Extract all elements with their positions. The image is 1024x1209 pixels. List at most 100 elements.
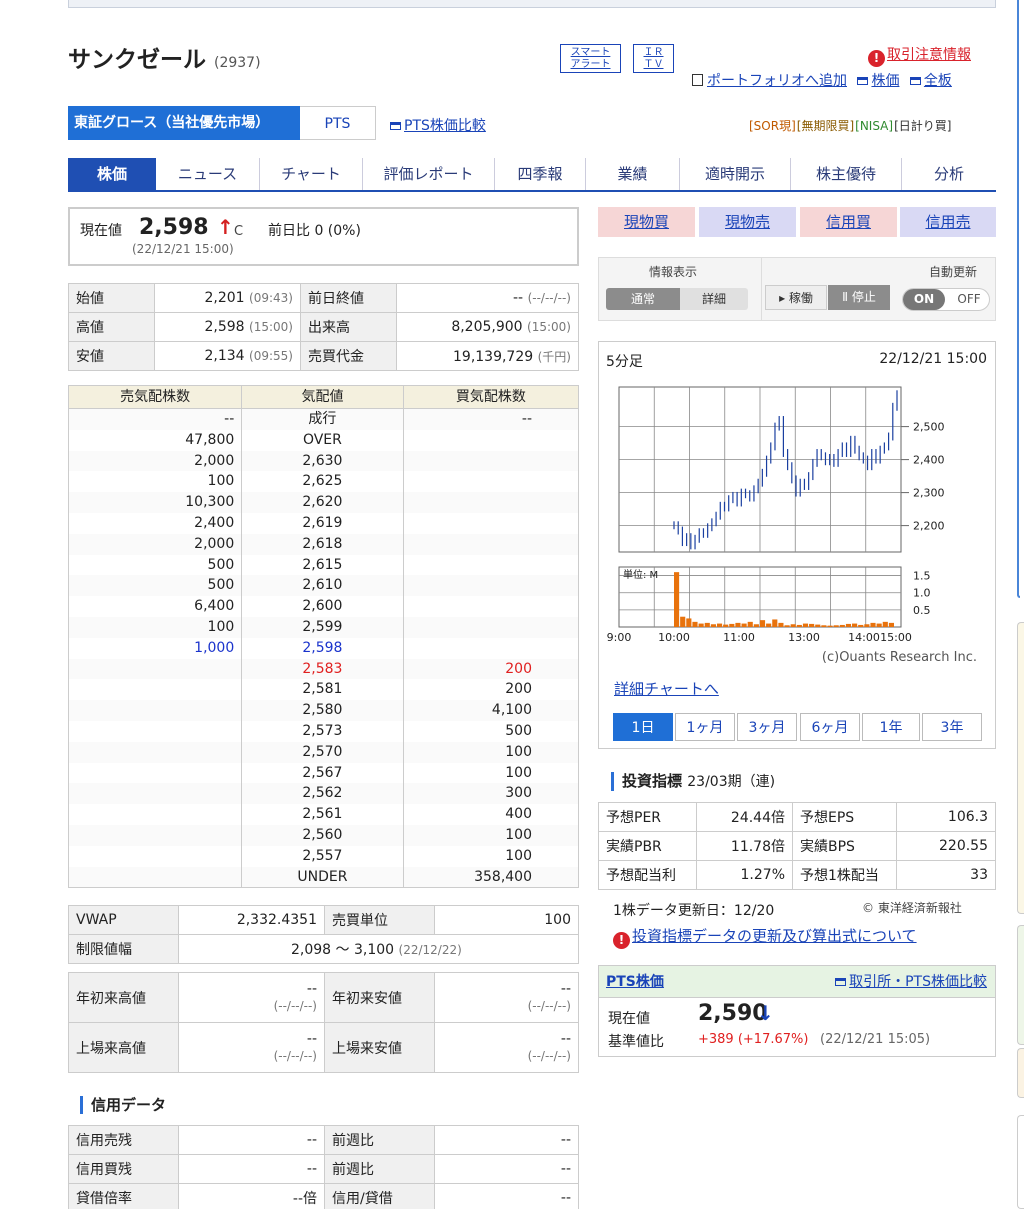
pts-panel: PTS株価 取引所・PTS株価比較 現在値 2,590 ↓ 基準値比 +389 … xyxy=(598,965,996,1057)
board-price[interactable]: 2,610 xyxy=(242,575,404,597)
volume-bar xyxy=(704,622,710,627)
tab-chart[interactable]: チャート xyxy=(260,158,363,190)
board-price[interactable]: 2,625 xyxy=(242,471,404,493)
credit-key: 前週比 xyxy=(324,1154,435,1184)
board-price[interactable]: 2,581 xyxy=(242,679,404,701)
pts-compare-link[interactable]: 取引所・PTS株価比較 xyxy=(835,966,987,998)
tab-news[interactable]: ニュース xyxy=(156,158,260,190)
order-tags: [SOR現][無期限買][NISA][日計り買] xyxy=(748,117,951,134)
board-price[interactable]: 2,560 xyxy=(242,824,404,846)
vwap-value: 2,332.4351 xyxy=(178,905,325,935)
ir-tv-button[interactable]: ＩＲ ＴＶ xyxy=(633,44,674,73)
board-price[interactable]: 2,570 xyxy=(242,741,404,763)
high-low-num: -- xyxy=(560,1030,571,1047)
tab-results[interactable]: 業績 xyxy=(586,158,680,190)
indicator-value: 106.3 xyxy=(896,802,996,832)
board-price[interactable]: UNDER xyxy=(242,866,404,888)
volume-bar xyxy=(790,624,796,627)
board-header-buy: 買気配株数 xyxy=(455,389,526,405)
detail-view-button[interactable]: 詳細 xyxy=(680,288,748,310)
board-price[interactable]: 2,562 xyxy=(242,783,404,805)
cash-buy-button[interactable]: 現物買 xyxy=(598,207,695,237)
period-1d[interactable]: 1日 xyxy=(613,713,673,741)
board-price[interactable]: OVER xyxy=(242,429,404,451)
tag-unlimited: [無期限買] xyxy=(796,119,855,133)
portfolio-link[interactable]: ポートフォリオへ追加 xyxy=(707,73,847,89)
board-price[interactable]: 2,620 xyxy=(242,492,404,513)
tab-analysis[interactable]: 分析 xyxy=(902,158,996,190)
board-row: UNDER 358,400 xyxy=(69,866,578,888)
board-row: 2,562 300 xyxy=(69,783,578,805)
board-price[interactable]: 2,573 xyxy=(242,720,404,742)
summary-value-num: 19,139,729 xyxy=(453,348,534,365)
tab-rating-report[interactable]: 評価レポート xyxy=(363,158,495,190)
board-price[interactable]: 2,630 xyxy=(242,450,404,472)
volume-bar xyxy=(778,622,784,627)
cash-sell-button[interactable]: 現物売 xyxy=(699,207,796,237)
tab-tse-growth[interactable]: 東証グロース（当社優先市場） xyxy=(68,106,300,140)
high-low-key: 年初来安値 xyxy=(324,972,435,1023)
board-price[interactable]: 2,580 xyxy=(242,700,404,721)
board-price[interactable]: 2,619 xyxy=(242,512,404,534)
tab-pts[interactable]: PTS xyxy=(300,106,376,140)
board-price[interactable]: 2,561 xyxy=(242,804,404,825)
indicators-note-link[interactable]: ! 投資指標データの更新及び算出式について xyxy=(613,925,917,949)
volume-tick-label: 1.0 xyxy=(913,587,931,600)
pts-base-label: 基準値比 xyxy=(608,1034,664,1050)
volume-bar xyxy=(833,625,839,627)
indicator-value: 24.44倍 xyxy=(696,802,793,832)
period-3y[interactable]: 3年 xyxy=(922,713,982,741)
board-price[interactable]: 2,618 xyxy=(242,533,404,555)
alert-info-link[interactable]: ! 取引注意情報 xyxy=(868,44,971,67)
margin-buy-button[interactable]: 信用買 xyxy=(800,207,897,237)
board-price[interactable]: 2,615 xyxy=(242,554,404,576)
period-3m[interactable]: 3ヶ月 xyxy=(737,713,797,741)
board-price[interactable]: 2,598 xyxy=(242,637,404,659)
indicator-value: 1.27% xyxy=(696,860,793,890)
volume-bar xyxy=(839,624,845,627)
detail-chart-link[interactable]: 詳細チャートへ xyxy=(614,678,719,699)
summary-value-num: 2,201 xyxy=(204,290,245,306)
board-row: 100 2,625 xyxy=(69,471,578,493)
board-buy-qty xyxy=(404,451,578,472)
tab-stock-price[interactable]: 株価 xyxy=(68,158,156,190)
run-button[interactable]: ▸ 稼働 xyxy=(765,285,827,310)
smart-alert-button[interactable]: スマート アラート xyxy=(560,44,621,73)
pts-compare-link[interactable]: PTS株価比較 xyxy=(390,115,486,135)
credit-value: -- xyxy=(434,1154,579,1184)
stock-price-link[interactable]: 株価 xyxy=(871,73,899,89)
board-price[interactable]: 2,599 xyxy=(242,616,404,638)
tab-shikiho[interactable]: 四季報 xyxy=(495,158,586,190)
y-tick-label: 2,200 xyxy=(913,520,945,533)
summary-value-num: 8,205,900 xyxy=(451,319,523,335)
board-row: 2,581 200 xyxy=(69,679,578,701)
board-price[interactable]: 2,557 xyxy=(242,845,404,867)
board-price[interactable]: 2,583 xyxy=(242,658,404,680)
normal-view-button[interactable]: 通常 xyxy=(606,288,680,310)
tab-disclosure[interactable]: 適時開示 xyxy=(680,158,791,190)
period-1m[interactable]: 1ヶ月 xyxy=(675,713,735,741)
pts-compare-label: PTS株価比較 xyxy=(404,118,486,134)
board-price[interactable]: 成行 xyxy=(242,409,404,430)
board-price[interactable]: 2,567 xyxy=(242,762,404,784)
board-row: 2,000 2,630 xyxy=(69,450,578,472)
full-board-link[interactable]: 全板 xyxy=(924,73,952,89)
indicator-key: 予想EPS xyxy=(792,802,897,832)
x-tick-label: 15:00 xyxy=(880,631,912,644)
board-row: 2,580 4,100 xyxy=(69,700,578,721)
toggle-off[interactable]: OFF xyxy=(949,289,989,310)
volume-bar xyxy=(864,624,870,627)
volume-bar xyxy=(858,624,864,627)
board-sell-qty xyxy=(69,720,243,742)
tab-shareholder-benefits[interactable]: 株主優待 xyxy=(791,158,902,190)
board-price[interactable]: 2,600 xyxy=(242,596,404,617)
period-1y[interactable]: 1年 xyxy=(862,713,920,741)
period-6m[interactable]: 6ヶ月 xyxy=(800,713,860,741)
auto-update-toggle[interactable]: ON OFF xyxy=(902,288,990,311)
margin-sell-button[interactable]: 信用売 xyxy=(900,207,996,237)
board-row: 2,561 400 xyxy=(69,804,578,825)
pts-title[interactable]: PTS株価 xyxy=(606,974,664,990)
board-sell-qty: 6,400 xyxy=(69,596,243,617)
stop-button[interactable]: Ⅱ 停止 xyxy=(828,285,890,310)
toggle-on[interactable]: ON xyxy=(903,289,945,310)
